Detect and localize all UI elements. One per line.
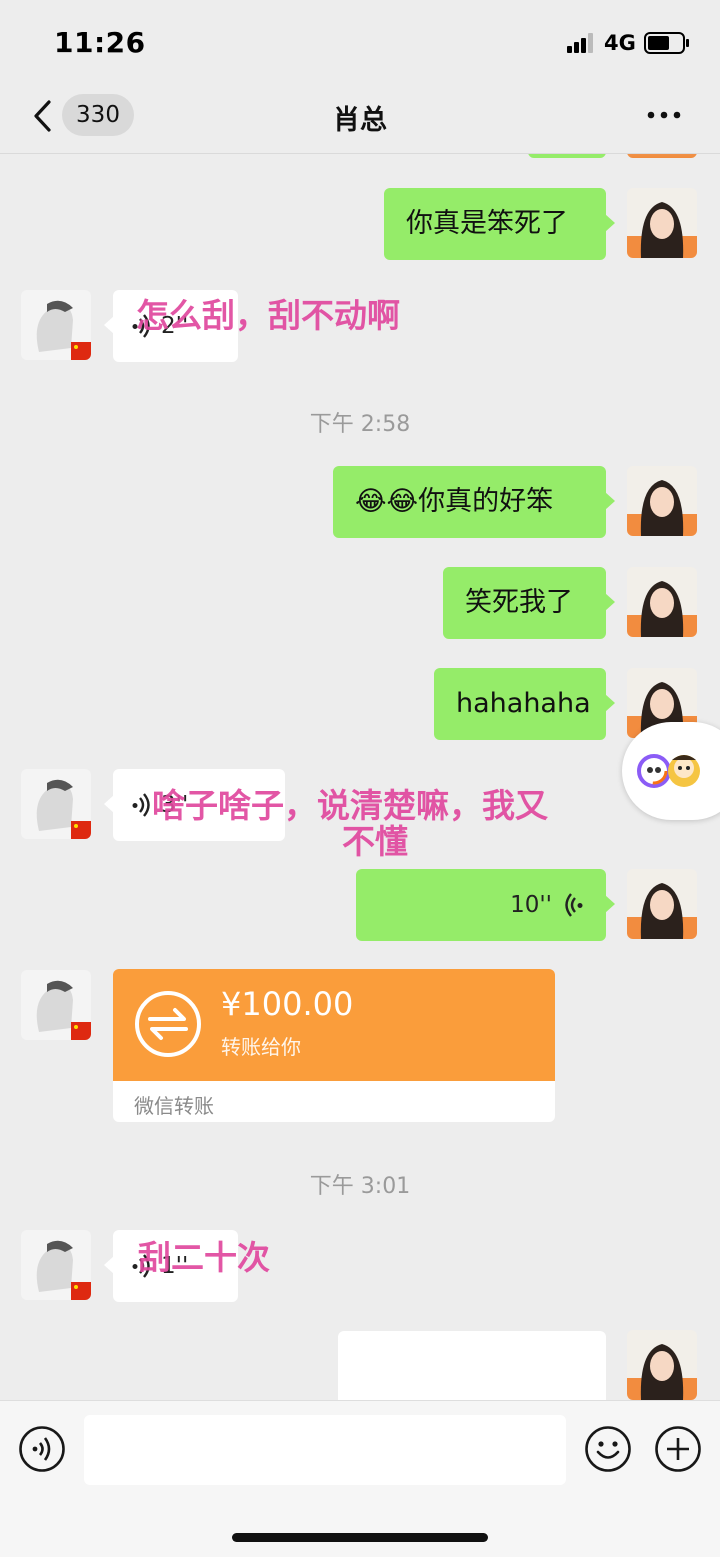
- floating-assistant-button[interactable]: [622, 722, 720, 820]
- my-avatar[interactable]: [627, 188, 697, 258]
- voice-input-icon[interactable]: [18, 1425, 66, 1473]
- message-text: 你真是笨死了: [406, 208, 568, 239]
- my-avatar[interactable]: [627, 1330, 697, 1400]
- add-more-icon[interactable]: [654, 1425, 702, 1473]
- message-bubble-outgoing[interactable]: hahahaha: [434, 668, 615, 740]
- status-time: 11:26: [54, 26, 146, 59]
- caption-overlay: 啥子啥子，说清楚嘛，我又 不懂: [152, 786, 548, 862]
- more-options-icon[interactable]: [646, 98, 682, 132]
- contact-avatar[interactable]: [21, 769, 91, 839]
- my-avatar[interactable]: [627, 869, 697, 939]
- caption-line: 啥子啥子，说清楚嘛，我又: [152, 786, 548, 825]
- my-avatar[interactable]: [627, 567, 697, 637]
- network-type: 4G: [604, 31, 636, 55]
- message-bubble-outgoing[interactable]: 笑死我了: [443, 567, 615, 639]
- caption-line: 不懂: [342, 822, 408, 861]
- message-input[interactable]: [84, 1415, 566, 1485]
- home-indicator[interactable]: [232, 1533, 488, 1542]
- message-text: hahahaha: [456, 688, 591, 719]
- status-bar: 11:26 4G: [0, 0, 720, 86]
- partial-message-bubble[interactable]: [528, 154, 606, 158]
- emoji-icon[interactable]: [584, 1425, 632, 1473]
- timestamp: 下午 3:01: [309, 1174, 411, 1199]
- timestamp: 下午 2:58: [309, 412, 411, 437]
- transfer-note: 转账给你: [221, 1035, 301, 1059]
- message-text: 你真的好笨: [418, 486, 554, 517]
- money-transfer-card[interactable]: ¥100.00 转账给你 微信转账: [113, 969, 555, 1122]
- voice-wave-icon: [132, 793, 150, 817]
- voice-wave-icon: [565, 893, 583, 917]
- assistant-icon: [637, 754, 700, 788]
- message-bubble-outgoing[interactable]: 😂😂你真的好笨: [333, 466, 615, 538]
- contact-avatar[interactable]: [21, 970, 91, 1040]
- transfer-amount: ¥100.00: [221, 985, 354, 1023]
- transfer-arrows-icon: [135, 991, 201, 1057]
- battery-icon: [644, 32, 689, 54]
- my-avatar[interactable]: [627, 154, 697, 158]
- caption-overlay: 刮二十次: [138, 1238, 270, 1277]
- voice-duration: 10'': [510, 892, 552, 918]
- chat-header: 330 肖总: [0, 86, 720, 154]
- contact-avatar[interactable]: [21, 1230, 91, 1300]
- transfer-footer: 微信转账: [134, 1094, 214, 1118]
- my-avatar[interactable]: [627, 466, 697, 536]
- chat-title: 肖总: [333, 105, 387, 136]
- voice-message-outgoing[interactable]: 10'': [356, 869, 615, 941]
- emoji-laugh-icon: 😂😂: [355, 486, 419, 517]
- message-text: 笑死我了: [465, 587, 573, 618]
- caption-overlay: 怎么刮，刮不动啊: [136, 296, 400, 335]
- partial-message-bubble[interactable]: [338, 1331, 606, 1400]
- message-bubble-outgoing[interactable]: 你真是笨死了: [384, 188, 615, 260]
- message-list[interactable]: 你真是笨死了 2'' 怎么刮，刮不动啊 下午 2:58 😂😂你真的好笨 笑死我了…: [0, 154, 720, 1400]
- contact-avatar[interactable]: [21, 290, 91, 360]
- signal-icon: [567, 33, 593, 53]
